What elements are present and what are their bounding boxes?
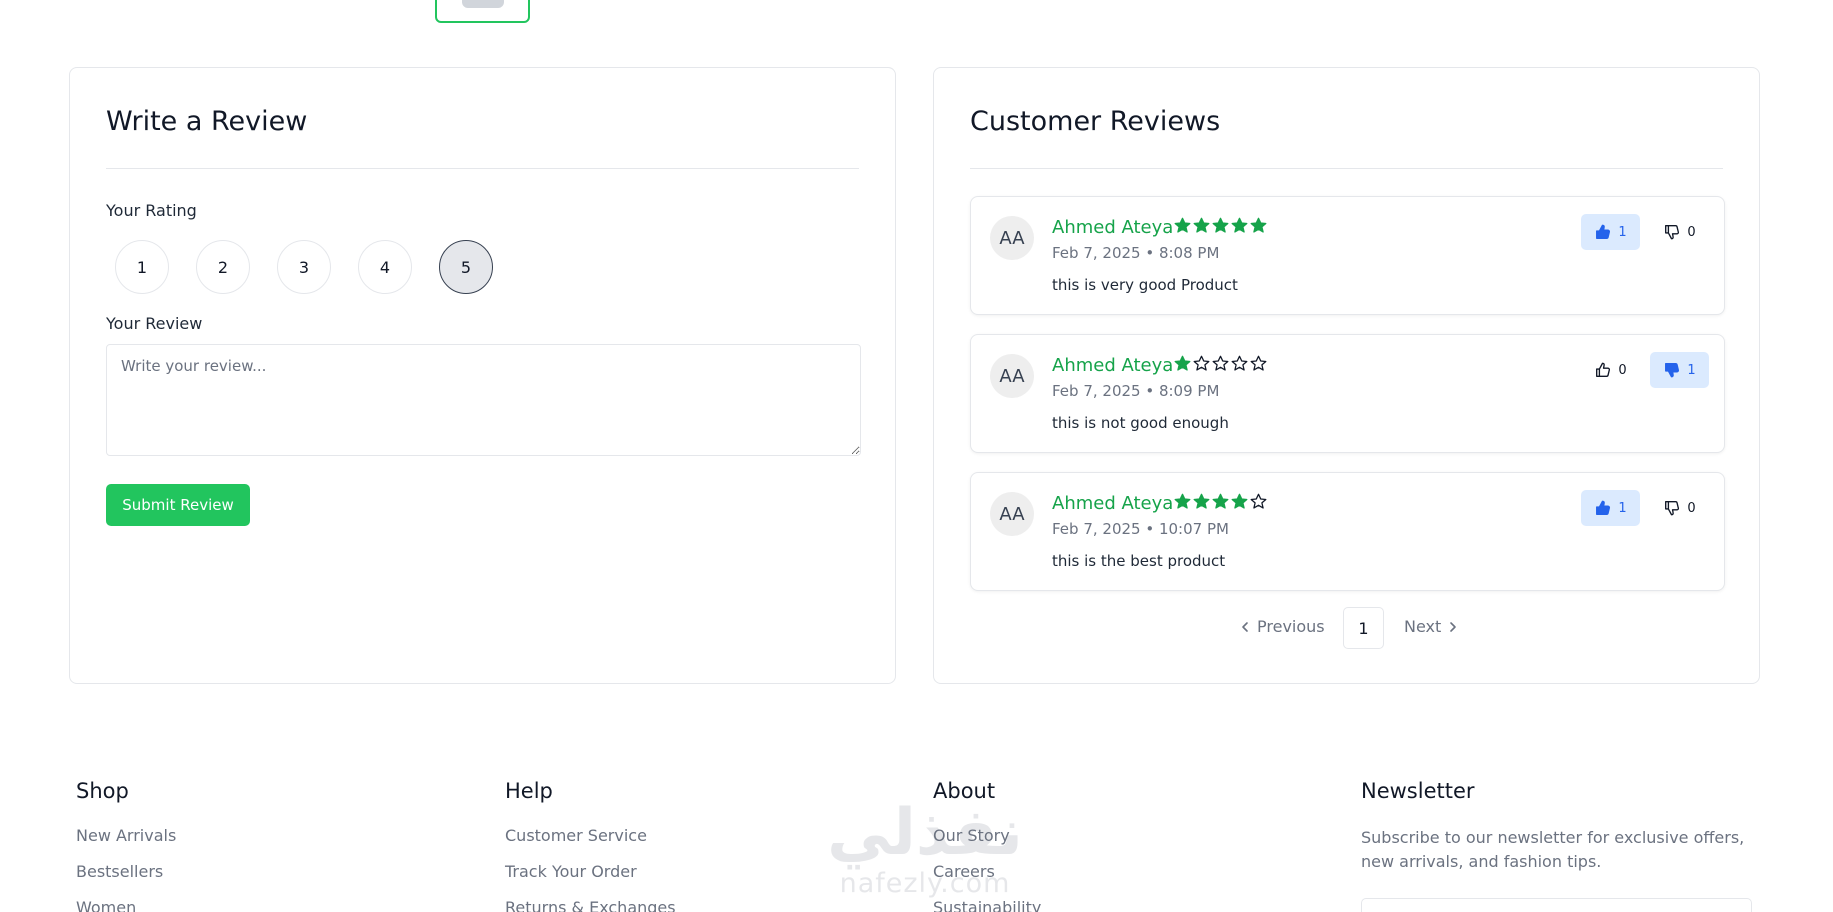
rating-option-5[interactable]: 5 — [439, 240, 493, 294]
next-page-button[interactable]: Next — [1404, 617, 1459, 636]
previous-label: Previous — [1257, 617, 1325, 636]
footer-link-new-arrivals[interactable]: New Arrivals — [76, 826, 176, 862]
product-thumbnail-image — [461, 0, 504, 8]
star-empty-icon — [1250, 355, 1267, 371]
rating-label: Your Rating — [106, 201, 197, 220]
star-filled-icon — [1231, 493, 1248, 509]
chevron-left-icon — [1242, 621, 1248, 632]
star-filled-icon — [1212, 493, 1229, 509]
footer-link-track-order[interactable]: Track Your Order — [505, 862, 676, 898]
footer-link-sustainability[interactable]: Sustainability — [933, 898, 1041, 912]
star-empty-icon — [1250, 493, 1267, 509]
footer-shop-column: Shop New Arrivals Bestsellers Women — [76, 779, 176, 912]
review-item: AA Ahmed Ateya Feb 7, 2025 • 8:08 PM thi… — [970, 196, 1725, 315]
like-count: 1 — [1618, 500, 1627, 516]
dislike-button[interactable]: 0 — [1650, 490, 1709, 526]
dislike-count: 1 — [1687, 362, 1696, 378]
footer-link-bestsellers[interactable]: Bestsellers — [76, 862, 176, 898]
like-button[interactable]: 1 — [1581, 214, 1640, 250]
customer-reviews-card: Customer Reviews AA Ahmed Ateya Feb 7, 2… — [933, 67, 1760, 684]
like-button[interactable]: 0 — [1581, 352, 1640, 388]
star-rating — [1174, 493, 1267, 510]
star-rating — [1174, 217, 1267, 234]
star-empty-icon — [1193, 355, 1210, 371]
like-count: 1 — [1618, 224, 1627, 240]
rating-selector: 1 2 3 4 5 — [115, 240, 493, 294]
star-filled-icon — [1250, 217, 1267, 233]
footer-heading-newsletter: Newsletter — [1361, 779, 1475, 803]
next-label: Next — [1404, 617, 1442, 636]
avatar: AA — [990, 216, 1034, 260]
star-filled-icon — [1193, 493, 1210, 509]
product-thumbnail-selected[interactable] — [435, 0, 530, 23]
thumbs-up-icon — [1594, 223, 1612, 241]
footer-help-column: Help Customer Service Track Your Order R… — [505, 779, 676, 912]
review-date: Feb 7, 2025 • 8:08 PM — [1052, 244, 1220, 262]
reviewer-name: Ahmed Ateya — [1052, 217, 1174, 238]
dislike-button[interactable]: 0 — [1650, 214, 1709, 250]
footer-link-women[interactable]: Women — [76, 898, 176, 912]
review-item: AA Ahmed Ateya Feb 7, 2025 • 10:07 PM th… — [970, 472, 1725, 591]
dislike-count: 0 — [1687, 224, 1696, 240]
footer-link-customer-service[interactable]: Customer Service — [505, 826, 676, 862]
newsletter-description: Subscribe to our newsletter for exclusiv… — [1361, 828, 1745, 871]
thumbs-up-icon — [1594, 499, 1612, 517]
review-text: this is very good Product — [1052, 276, 1238, 294]
review-label: Your Review — [106, 314, 203, 333]
write-review-card: Write a Review Your Rating 1 2 3 4 5 You… — [69, 67, 896, 684]
dislike-button[interactable]: 1 — [1650, 352, 1709, 388]
star-filled-icon — [1212, 217, 1229, 233]
rating-option-2[interactable]: 2 — [196, 240, 250, 294]
footer-about-column: About Our Story Careers Sustainability — [933, 779, 1041, 912]
avatar: AA — [990, 354, 1034, 398]
footer-heading-shop: Shop — [76, 779, 129, 803]
review-date: Feb 7, 2025 • 8:09 PM — [1052, 382, 1220, 400]
star-filled-icon — [1174, 493, 1191, 509]
avatar: AA — [990, 492, 1034, 536]
footer-link-returns[interactable]: Returns & Exchanges — [505, 898, 676, 912]
page-number-button[interactable]: 1 — [1343, 607, 1384, 649]
reviewer-name: Ahmed Ateya — [1052, 493, 1174, 514]
newsletter-email-input[interactable] — [1361, 898, 1752, 912]
previous-page-button[interactable]: Previous — [1239, 617, 1325, 636]
star-filled-icon — [1174, 355, 1191, 371]
write-review-title: Write a Review — [106, 106, 308, 137]
like-button[interactable]: 1 — [1581, 490, 1640, 526]
customer-reviews-title: Customer Reviews — [970, 106, 1221, 137]
review-text: this is the best product — [1052, 552, 1226, 570]
star-filled-icon — [1174, 217, 1191, 233]
thumbs-down-icon — [1663, 361, 1681, 379]
star-empty-icon — [1231, 355, 1248, 371]
star-filled-icon — [1193, 217, 1210, 233]
pagination: Previous 1 Next — [934, 607, 1759, 649]
star-rating — [1174, 355, 1267, 372]
review-textarea[interactable] — [106, 344, 861, 456]
divider — [970, 168, 1723, 169]
star-filled-icon — [1231, 217, 1248, 233]
review-date: Feb 7, 2025 • 10:07 PM — [1052, 520, 1229, 538]
footer-newsletter-column: Newsletter Subscribe to our newsletter f… — [1361, 779, 1761, 912]
star-empty-icon — [1212, 355, 1229, 371]
like-count: 0 — [1618, 362, 1627, 378]
submit-review-button[interactable]: Submit Review — [106, 484, 250, 526]
review-item: AA Ahmed Ateya Feb 7, 2025 • 8:09 PM thi… — [970, 334, 1725, 453]
footer-heading-help: Help — [505, 779, 553, 803]
rating-option-3[interactable]: 3 — [277, 240, 331, 294]
rating-option-1[interactable]: 1 — [115, 240, 169, 294]
chevron-right-icon — [1450, 621, 1457, 632]
footer-link-careers[interactable]: Careers — [933, 862, 1041, 898]
divider — [106, 168, 859, 169]
thumbs-up-icon — [1594, 361, 1612, 379]
rating-option-4[interactable]: 4 — [358, 240, 412, 294]
dislike-count: 0 — [1687, 500, 1696, 516]
thumbs-down-icon — [1663, 223, 1681, 241]
footer-link-our-story[interactable]: Our Story — [933, 826, 1041, 862]
reviewer-name: Ahmed Ateya — [1052, 355, 1174, 376]
review-text: this is not good enough — [1052, 414, 1229, 432]
footer-heading-about: About — [933, 779, 996, 803]
thumbs-down-icon — [1663, 499, 1681, 517]
